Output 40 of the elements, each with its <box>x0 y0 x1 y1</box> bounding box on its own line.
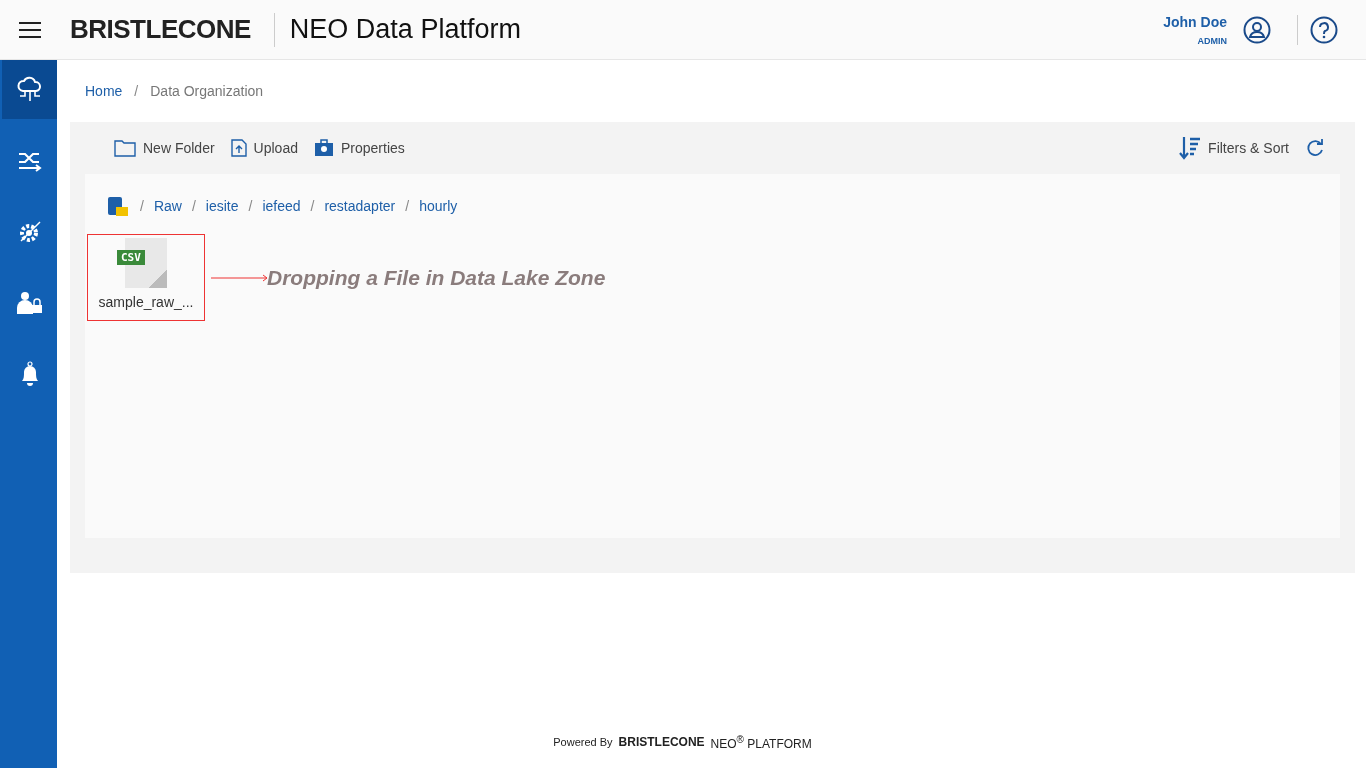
help-icon[interactable] <box>1310 15 1338 44</box>
annotation-text: Dropping a File in Data Lake Zone <box>267 265 606 290</box>
app-title: NEO Data Platform <box>289 14 521 45</box>
breadcrumb-current: Data Organization <box>150 83 264 99</box>
sidebar-item[interactable] <box>2 60 57 119</box>
briefcase-icon <box>313 139 334 157</box>
folder-icon <box>114 139 136 157</box>
path-link[interactable]: iefeed <box>262 198 301 214</box>
arrow <box>211 273 269 282</box>
toolbar-button[interactable]: Properties <box>313 139 405 157</box>
toolbar-button[interactable]: Upload <box>230 139 298 157</box>
path-separator: / <box>310 198 315 214</box>
menu-icon[interactable] <box>18 20 42 39</box>
path-separator: / <box>248 198 253 214</box>
filters-sort-button[interactable]: Filters & Sort <box>1179 136 1289 160</box>
path-separator: / <box>405 198 410 214</box>
file-item[interactable]: CSV sample_raw_... <box>87 234 205 321</box>
path-separator: / <box>191 198 196 214</box>
user-role: ADMIN <box>1197 35 1227 46</box>
footer-text: Powered By <box>553 736 613 748</box>
path-separator: / <box>140 198 144 214</box>
user-lock-icon <box>15 289 44 316</box>
path-link[interactable]: iesite <box>205 198 239 214</box>
upload-icon <box>230 139 247 157</box>
breadcrumb-link[interactable]: Home <box>85 83 123 99</box>
path-link[interactable]: Raw <box>153 198 182 214</box>
path-link[interactable]: hourly <box>419 198 458 214</box>
path-link[interactable]: restadapter <box>324 198 396 214</box>
user-icon[interactable] <box>1243 15 1271 44</box>
cloud-network-icon <box>15 75 44 104</box>
breadcrumb-separator: / <box>134 83 139 99</box>
footer-product: NEO$^{®}$ PLATFORM <box>710 733 812 751</box>
refresh-icon[interactable] <box>1305 138 1325 158</box>
toolbar-button[interactable]: New Folder <box>114 139 215 157</box>
csv-file-icon: CSV <box>117 238 167 288</box>
sort-icon <box>1179 136 1202 160</box>
user-name: John Doe <box>1163 13 1227 30</box>
footer-brand: BRISTLECONE <box>618 735 705 749</box>
storage-icon[interactable] <box>106 195 130 217</box>
brand-logo: BRISTLECONE <box>70 14 251 45</box>
